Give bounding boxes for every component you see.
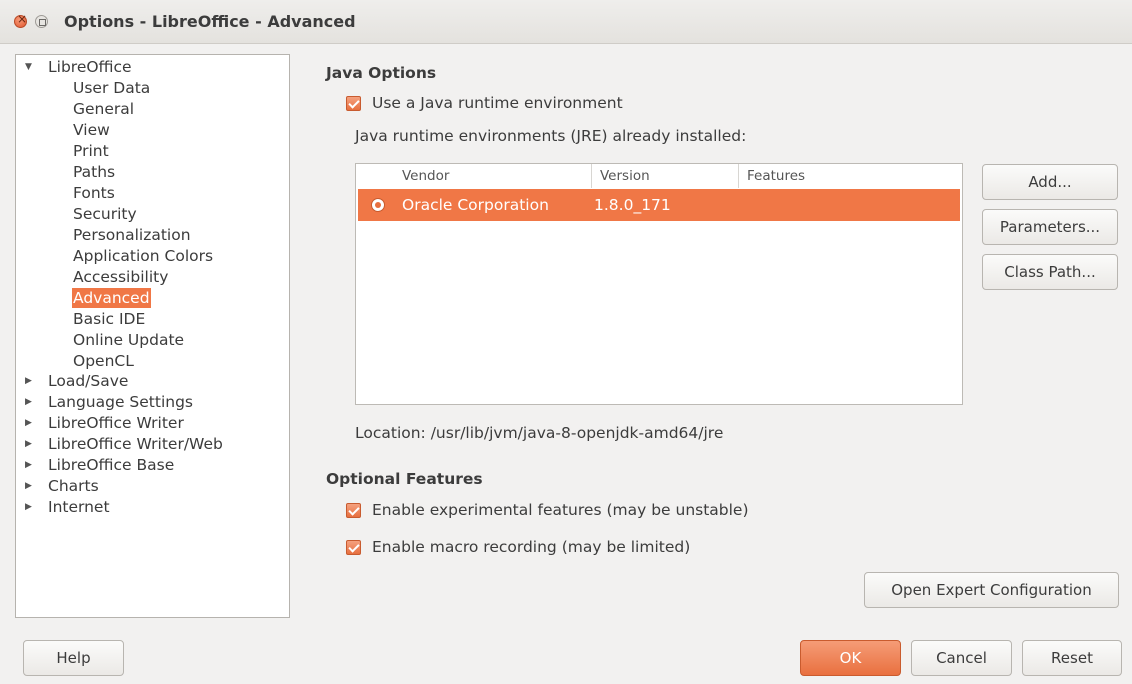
collapsed-arrow-icon[interactable]: ▶ [25,392,32,412]
installed-jre-label: Java runtime environments (JRE) already … [355,127,747,145]
table-row[interactable]: Oracle Corporation 1.8.0_171 [358,189,960,221]
jre-version: 1.8.0_171 [594,196,671,214]
experimental-checkbox-row[interactable]: Enable experimental features (may be uns… [346,501,749,519]
use-jre-label[interactable]: Use a Java runtime environment [372,94,623,112]
tree-item-online-update[interactable]: Online Update [73,330,184,350]
help-button[interactable]: Help [23,640,124,676]
tree-item-print[interactable]: Print [73,141,109,161]
tree-item-advanced[interactable]: Advanced [72,288,151,308]
macro-checkbox[interactable] [346,539,361,555]
tree-item-security[interactable]: Security [73,204,137,224]
tree-item-user-data[interactable]: User Data [73,78,150,98]
collapsed-arrow-icon[interactable]: ▶ [25,371,32,391]
tree-item-personalization[interactable]: Personalization [73,225,191,245]
column-header-vendor[interactable]: Vendor [394,164,592,188]
collapsed-arrow-icon[interactable]: ▶ [25,476,32,496]
cancel-button[interactable]: Cancel [911,640,1012,676]
experimental-checkbox[interactable] [346,502,361,518]
parameters-button[interactable]: Parameters... [982,209,1118,245]
tree-item-language-settings[interactable]: Language Settings [48,392,193,412]
tree-item-accessibility[interactable]: Accessibility [73,267,168,287]
jre-location: Location: /usr/lib/jvm/java-8-openjdk-am… [355,424,724,442]
tree-item-paths[interactable]: Paths [73,162,115,182]
collapsed-arrow-icon[interactable]: ▶ [25,455,32,475]
use-jre-checkbox[interactable] [346,95,361,111]
tree-item-libreoffice[interactable]: LibreOffice [48,57,132,77]
window-title: Options - LibreOffice - Advanced [64,12,356,31]
collapsed-arrow-icon[interactable]: ▶ [25,434,32,454]
tree-item-load-save[interactable]: Load/Save [48,371,128,391]
tree-item-general[interactable]: General [73,99,134,119]
java-options-heading: Java Options [326,64,437,82]
expanded-arrow-icon[interactable]: ▼ [25,57,32,77]
tree-item-basic-ide[interactable]: Basic IDE [73,309,145,329]
open-expert-configuration-button[interactable]: Open Expert Configuration [864,572,1119,608]
close-icon[interactable] [14,12,27,28]
tree-item-internet[interactable]: Internet [48,497,110,517]
experimental-label[interactable]: Enable experimental features (may be uns… [372,501,749,519]
jre-table[interactable]: Vendor Version Features Oracle Corporati… [355,163,963,405]
collapsed-arrow-icon[interactable]: ▶ [25,413,32,433]
tree-item-writer[interactable]: LibreOffice Writer [48,413,184,433]
tree-item-opencl[interactable]: OpenCL [73,351,134,371]
ok-button[interactable]: OK [800,640,901,676]
column-header-features[interactable]: Features [739,164,962,188]
collapsed-arrow-icon[interactable]: ▶ [25,497,32,517]
jre-vendor: Oracle Corporation [402,196,549,214]
optional-features-heading: Optional Features [326,470,483,488]
macro-checkbox-row[interactable]: Enable macro recording (may be limited) [346,538,690,556]
tree-item-writer-web[interactable]: LibreOffice Writer/Web [48,434,223,454]
maximize-icon[interactable] [35,15,48,28]
options-tree[interactable]: ▼ LibreOffice User Data General View Pri… [15,54,290,618]
use-jre-checkbox-row[interactable]: Use a Java runtime environment [346,94,623,112]
reset-button[interactable]: Reset [1022,640,1122,676]
column-header-version[interactable]: Version [592,164,739,188]
tree-item-fonts[interactable]: Fonts [73,183,115,203]
tree-item-application-colors[interactable]: Application Colors [73,246,213,266]
title-bar: Options - LibreOffice - Advanced [0,0,1132,44]
tree-item-charts[interactable]: Charts [48,476,99,496]
tree-item-view[interactable]: View [73,120,110,140]
add-button[interactable]: Add... [982,164,1118,200]
tree-item-base[interactable]: LibreOffice Base [48,455,174,475]
class-path-button[interactable]: Class Path... [982,254,1118,290]
jre-radio[interactable] [371,198,385,212]
macro-label[interactable]: Enable macro recording (may be limited) [372,538,690,556]
